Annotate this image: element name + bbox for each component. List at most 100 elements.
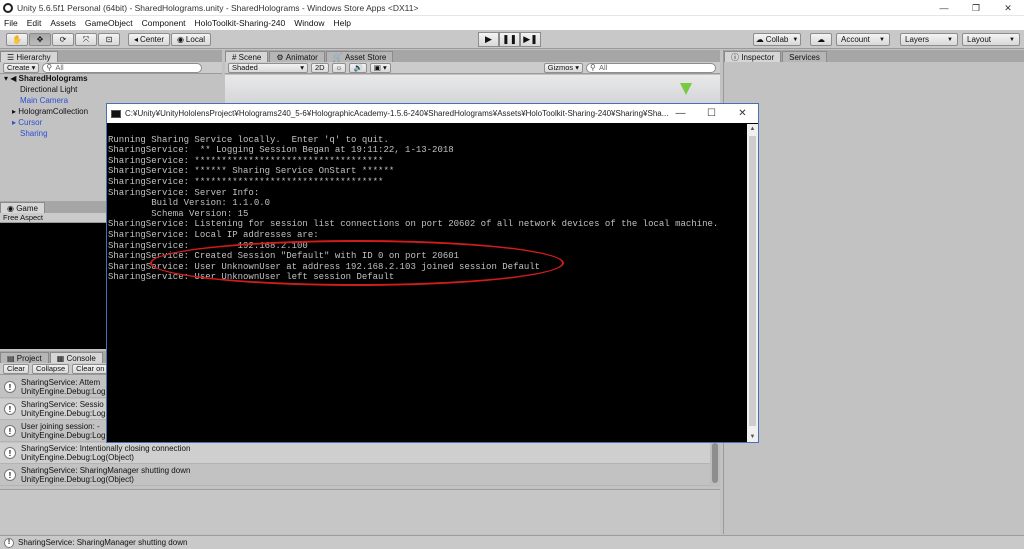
status-bar[interactable]: ! SharingService: SharingManager shuttin… <box>0 535 1024 549</box>
scene-name: SharedHolograms <box>18 74 88 83</box>
tab-console[interactable]: ▦ Console <box>49 352 103 363</box>
hand-tool-icon[interactable]: ✋ <box>6 33 28 46</box>
scroll-up-icon[interactable]: ▲ <box>747 124 758 134</box>
scene-tab-label: Scene <box>238 52 262 62</box>
account-dropdown[interactable]: Account ▼ <box>836 33 890 46</box>
mode-2d-toggle[interactable]: 2D <box>311 62 329 73</box>
effects-icon[interactable]: ▣ ▾ <box>369 62 391 73</box>
tab-asset-store[interactable]: 🛒 Asset Store <box>325 51 394 62</box>
menu-holotoolkit[interactable]: HoloToolkit-Sharing-240 <box>195 18 286 28</box>
audio-icon[interactable]: 🔊 <box>349 62 367 73</box>
log-row[interactable]: ! SharingService: Intentionally closing … <box>0 443 720 464</box>
collapse-button[interactable]: Collapse <box>31 363 70 374</box>
aspect-dropdown[interactable]: Free Aspect <box>3 213 43 222</box>
pivot-label: Center <box>140 35 165 44</box>
info-icon: ! <box>4 425 16 437</box>
space-local-button[interactable]: ◉ Local <box>171 33 211 46</box>
tab-project[interactable]: ▤ Project <box>0 352 49 363</box>
cmd-scrollbar[interactable]: ▲ ▼ <box>747 124 758 442</box>
collab-button[interactable]: ☁ Collab ▼ <box>753 33 801 46</box>
hierarchy-item-sharing[interactable]: Sharing <box>20 129 48 138</box>
log-row[interactable]: ! SharingService: SharingManager shuttin… <box>0 465 720 486</box>
rotate-tool-icon[interactable]: ⟳ <box>52 33 74 46</box>
scene-search-text: All <box>599 63 608 72</box>
layers-dropdown[interactable]: Layers ▼ <box>900 33 958 46</box>
tab-game[interactable]: ◉ Game <box>0 202 45 213</box>
clear-button[interactable]: Clear <box>3 363 29 374</box>
log-message: SharingService: Intentionally closing co… <box>21 444 191 453</box>
scene-tabbar: # Scene ⚙ Animator 🛒 Asset Store <box>225 50 720 62</box>
pivot-center-button[interactable]: ◂ Center <box>128 33 170 46</box>
cursor-label: Cursor <box>18 118 43 127</box>
scene-root[interactable]: ▾ ◀ SharedHolograms <box>4 74 88 83</box>
inspector-tabbar: ⓘ Inspector Services <box>724 50 1024 62</box>
menu-help[interactable]: Help <box>334 18 351 28</box>
layout-dropdown[interactable]: Layout ▼ <box>962 33 1020 46</box>
status-message: SharingService: SharingManager shutting … <box>18 538 188 547</box>
cmd-title-bar[interactable]: C:¥Unity¥UnityHololensProject¥Holograms2… <box>107 104 758 123</box>
close-icon[interactable]: ✕ <box>992 0 1024 16</box>
cmd-title-text: C:¥Unity¥UnityHololensProject¥Holograms2… <box>125 109 669 118</box>
cmd-line: SharingService: Listening for session li… <box>108 219 719 230</box>
inspector-tab-label: Inspector <box>741 52 775 62</box>
hierarchy-search-input[interactable]: All <box>42 62 203 73</box>
info-icon: ! <box>4 469 16 481</box>
menu-window[interactable]: Window <box>294 18 324 28</box>
log-stack: UnityEngine.Debug:Log(Object) <box>21 453 134 462</box>
hierarchy-item-hologram-collection[interactable]: ▸ HologramCollection <box>12 107 88 116</box>
scroll-down-icon[interactable]: ▼ <box>747 432 758 442</box>
move-tool-icon[interactable]: ✥ <box>29 33 51 46</box>
step-icon[interactable]: ▶❚ <box>520 32 541 47</box>
window-controls: — ❐ ✕ <box>928 0 1024 16</box>
game-viewport[interactable] <box>0 223 107 349</box>
cmd-output[interactable]: Running Sharing Service locally. Enter '… <box>108 124 747 442</box>
scene-panel: # Scene ⚙ Animator 🛒 Asset Store Shaded ▾… <box>225 50 720 105</box>
cmd-window-controls: — ☐ ✕ <box>665 104 758 123</box>
console-tab-label: Console <box>66 353 96 363</box>
create-dropdown[interactable]: Create ▾ <box>3 62 40 73</box>
tab-hierarchy[interactable]: ☰ Hierarchy <box>0 51 58 62</box>
cmd-scroll-thumb[interactable] <box>749 136 756 426</box>
hierarchy-item-directional-light[interactable]: Directional Light <box>20 85 77 94</box>
scene-gizmo-icon[interactable] <box>680 83 692 95</box>
rect-tool-icon[interactable]: ⊡ <box>98 33 120 46</box>
layout-label: Layout <box>967 35 992 44</box>
lighting-icon[interactable]: ☼ <box>331 62 347 73</box>
menu-assets[interactable]: Assets <box>50 18 76 28</box>
log-message: User joining session: - <box>21 422 100 431</box>
tab-services[interactable]: Services <box>782 51 827 62</box>
cmd-maximize-icon[interactable]: ☐ <box>696 104 727 123</box>
cmd-line: Build Version: 1.1.0.0 <box>108 198 271 209</box>
tab-scene[interactable]: # Scene <box>225 51 269 62</box>
cmd-close-icon[interactable]: ✕ <box>727 104 758 123</box>
info-icon: ! <box>4 447 16 459</box>
log-stack: UnityEngine.Debug:Log(Object) <box>21 475 134 484</box>
minimize-icon[interactable]: — <box>928 0 960 16</box>
cmd-line: SharingService: User UnknownUser left se… <box>108 272 395 283</box>
scale-tool-icon[interactable]: ⤧ <box>75 33 97 46</box>
menu-component[interactable]: Component <box>142 18 186 28</box>
gizmos-dropdown[interactable]: Gizmos ▾ <box>543 62 583 73</box>
scene-search-input[interactable]: All <box>586 62 716 73</box>
pause-icon[interactable]: ❚❚ <box>499 32 520 47</box>
menu-file[interactable]: File <box>4 18 18 28</box>
maximize-icon[interactable]: ❐ <box>960 0 992 16</box>
scene-viewport[interactable] <box>225 75 720 105</box>
hierarchy-item-cursor[interactable]: ▸ Cursor <box>12 118 42 127</box>
cmd-line: SharingService: ************************… <box>108 155 384 166</box>
cmd-line: SharingService: 192.168.2.100 <box>108 240 308 251</box>
info-icon: ! <box>4 381 16 393</box>
shading-dropdown[interactable]: Shaded ▾ <box>228 62 308 73</box>
console-scroll-thumb[interactable] <box>712 443 718 483</box>
account-label: Account <box>841 35 870 44</box>
menu-gameobject[interactable]: GameObject <box>85 18 133 28</box>
cloud-icon[interactable]: ☁ <box>810 33 832 46</box>
create-label: Create <box>7 63 30 72</box>
hierarchy-item-main-camera[interactable]: Main Camera <box>20 96 68 105</box>
play-icon[interactable]: ▶ <box>478 32 499 47</box>
tab-inspector[interactable]: ⓘ Inspector <box>724 51 782 62</box>
tab-animator[interactable]: ⚙ Animator <box>269 51 325 62</box>
cmd-minimize-icon[interactable]: — <box>665 104 696 123</box>
menu-edit[interactable]: Edit <box>27 18 42 28</box>
log-message: SharingService: Attem <box>21 378 101 387</box>
